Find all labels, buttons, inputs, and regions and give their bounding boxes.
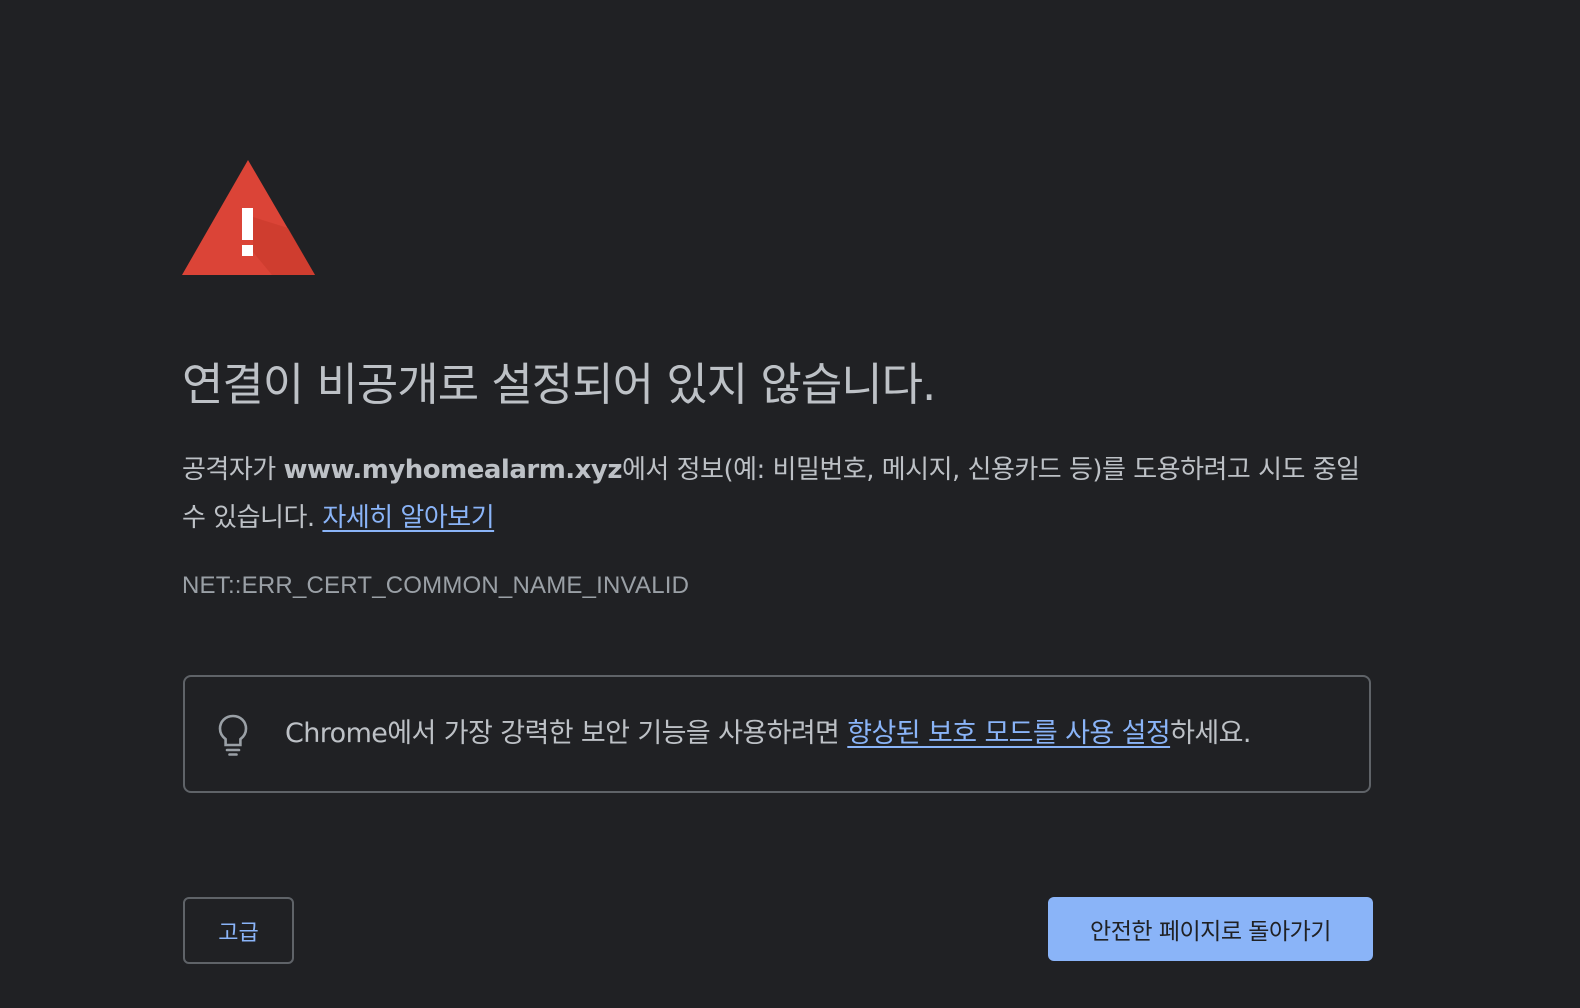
error-code: NET::ERR_CERT_COMMON_NAME_INVALID [182, 572, 690, 599]
tip-text: Chrome에서 가장 강력한 보안 기능을 사용하려면 향상된 보호 모드를 … [285, 715, 1251, 753]
advanced-button[interactable]: 고급 [183, 897, 294, 964]
description-prefix: 공격자가 [182, 455, 284, 485]
site-domain: www.myhomealarm.xyz [283, 455, 623, 485]
interstitial-page: 연결이 비공개로 설정되어 있지 않습니다. 공격자가 www.myhomeal… [0, 0, 1580, 1008]
warning-description: 공격자가 www.myhomealarm.xyz에서 정보(예: 비밀번호, 메… [182, 446, 1377, 542]
tip-suffix: 하세요. [1170, 718, 1251, 749]
lightbulb-icon [218, 714, 248, 756]
back-to-safety-button[interactable]: 안전한 페이지로 돌아가기 [1048, 897, 1373, 961]
warning-triangle-icon [182, 160, 315, 275]
tip-prefix: Chrome에서 가장 강력한 보안 기능을 사용하려면 [285, 718, 848, 749]
enhanced-protection-tip: Chrome에서 가장 강력한 보안 기능을 사용하려면 향상된 보호 모드를 … [183, 675, 1371, 793]
enhanced-protection-link[interactable]: 향상된 보호 모드를 사용 설정 [847, 718, 1170, 749]
learn-more-link[interactable]: 자세히 알아보기 [322, 503, 494, 533]
page-title: 연결이 비공개로 설정되어 있지 않습니다. [182, 358, 936, 411]
